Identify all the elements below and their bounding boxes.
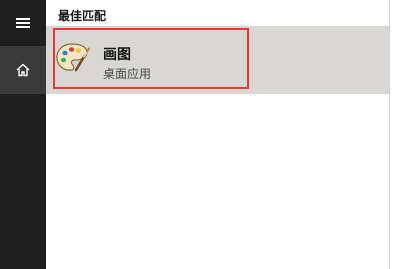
- search-results-panel: 最佳匹配 画图 桌面应用: [46, 0, 395, 269]
- menu-button[interactable]: [0, 0, 46, 46]
- home-icon: [16, 63, 30, 77]
- best-match-result[interactable]: 画图 桌面应用: [46, 26, 390, 94]
- highlight-box: [53, 28, 249, 89]
- home-button[interactable]: [0, 46, 46, 94]
- left-nav-rail: [0, 0, 46, 269]
- best-match-header: 最佳匹配: [58, 9, 107, 23]
- hamburger-menu-icon: [16, 18, 30, 28]
